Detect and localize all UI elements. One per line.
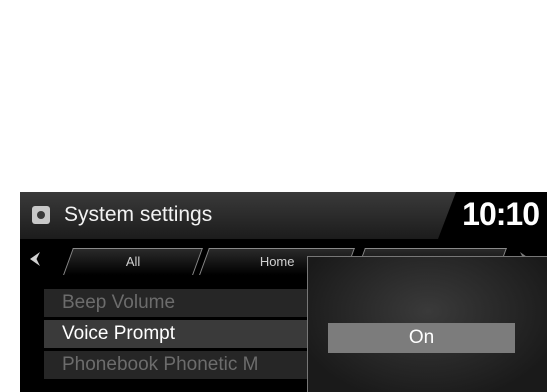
list-item-voice-prompt[interactable]: Voice Prompt xyxy=(44,320,324,348)
option-on[interactable]: On xyxy=(328,323,515,353)
clock: 10:10 xyxy=(462,196,540,232)
gear-icon xyxy=(32,206,50,224)
settings-list: Beep Volume Voice Prompt Phonebook Phone… xyxy=(44,289,324,382)
screen-title: System settings xyxy=(64,203,213,226)
tab-home-label: Home xyxy=(259,254,295,269)
tab-all[interactable]: All xyxy=(63,248,203,275)
list-item-phonebook-phonetic[interactable]: Phonebook Phonetic M xyxy=(44,351,324,379)
tab-all-label: All xyxy=(125,254,141,269)
system-settings-screen: System settings 10:10 All Home Beep Volu… xyxy=(20,192,547,392)
previous-tab-arrow-icon[interactable] xyxy=(30,252,40,266)
option-popup: On xyxy=(307,256,547,392)
clock-panel: 10:10 xyxy=(438,192,547,239)
list-item-beep-volume[interactable]: Beep Volume xyxy=(44,289,324,317)
title-bar: System settings 10:10 xyxy=(20,192,547,239)
